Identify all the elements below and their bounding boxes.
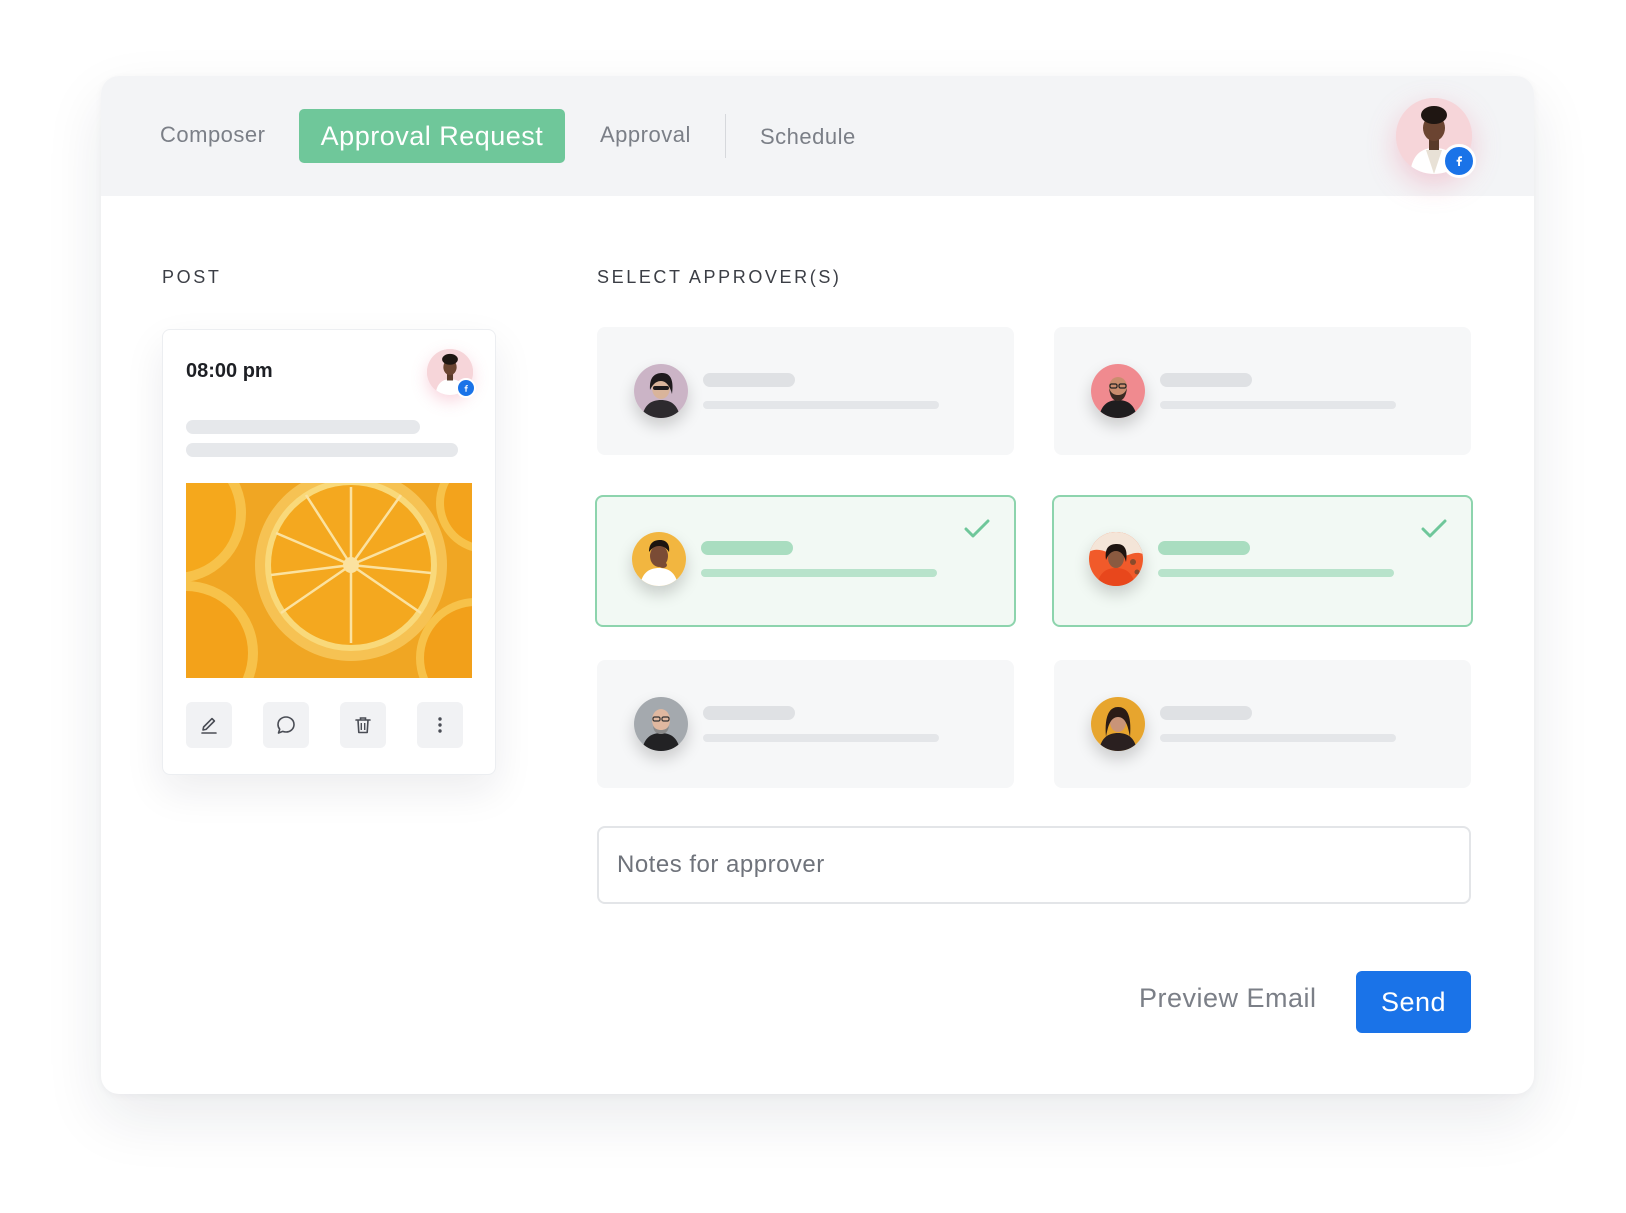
approver-card[interactable] <box>1054 327 1471 455</box>
edit-button[interactable] <box>186 702 232 748</box>
post-time: 08:00 pm <box>186 360 273 382</box>
approver-name-placeholder <box>1160 373 1252 387</box>
approver-avatar <box>1091 364 1145 418</box>
approver-role-placeholder <box>1160 401 1396 409</box>
approver-avatar <box>1089 532 1143 586</box>
approver-name-placeholder <box>1158 541 1250 555</box>
tab-composer[interactable]: Composer <box>160 122 265 148</box>
approver-name-placeholder <box>1160 706 1252 720</box>
facebook-icon <box>1442 144 1476 178</box>
tab-approval[interactable]: Approval <box>600 122 691 148</box>
approvers-section-label: SELECT APPROVER(S) <box>597 267 842 287</box>
approver-role-placeholder <box>701 569 937 577</box>
approver-card-selected[interactable] <box>595 495 1016 627</box>
approver-avatar <box>634 697 688 751</box>
notes-for-approver-input[interactable] <box>597 826 1471 904</box>
check-icon <box>964 519 990 538</box>
comment-icon <box>277 716 295 734</box>
approver-name-placeholder <box>703 373 795 387</box>
tab-divider <box>725 114 726 158</box>
post-actions-bar <box>186 702 472 750</box>
approver-avatar <box>632 532 686 586</box>
approver-name-placeholder <box>703 706 795 720</box>
approval-request-panel: Composer Approval Request Approval Sched… <box>101 76 1534 1094</box>
delete-icon <box>355 717 371 734</box>
tab-approval-request[interactable]: Approval Request <box>299 109 565 163</box>
facebook-icon <box>456 378 476 398</box>
post-section-label: POST <box>162 267 222 287</box>
approver-role-placeholder <box>1158 569 1394 577</box>
workflow-tab-bar: Composer Approval Request Approval Sched… <box>101 76 1534 196</box>
profile-avatar[interactable] <box>1396 98 1476 178</box>
delete-button[interactable] <box>340 702 386 748</box>
post-text-placeholder <box>186 443 458 457</box>
approver-card[interactable] <box>597 327 1014 455</box>
more-icon <box>438 717 442 733</box>
edit-icon <box>201 717 217 734</box>
preview-email-link[interactable]: Preview Email <box>1139 983 1317 1014</box>
orange-slices-image <box>186 483 472 678</box>
post-text-placeholder <box>186 420 420 434</box>
approver-avatar <box>1091 697 1145 751</box>
comment-button[interactable] <box>263 702 309 748</box>
approver-avatar <box>634 364 688 418</box>
approver-role-placeholder <box>703 401 939 409</box>
approver-name-placeholder <box>701 541 793 555</box>
post-image <box>186 483 472 678</box>
approver-role-placeholder <box>703 734 939 742</box>
check-icon <box>1421 519 1447 538</box>
approver-card[interactable] <box>597 660 1014 788</box>
post-author-avatar <box>427 349 476 398</box>
more-options-button[interactable] <box>417 702 463 748</box>
approver-role-placeholder <box>1160 734 1396 742</box>
tab-schedule[interactable]: Schedule <box>760 124 856 150</box>
post-preview-card[interactable]: 08:00 pm <box>162 329 496 775</box>
approver-card-selected[interactable] <box>1052 495 1473 627</box>
send-button[interactable]: Send <box>1356 971 1471 1033</box>
approver-card[interactable] <box>1054 660 1471 788</box>
